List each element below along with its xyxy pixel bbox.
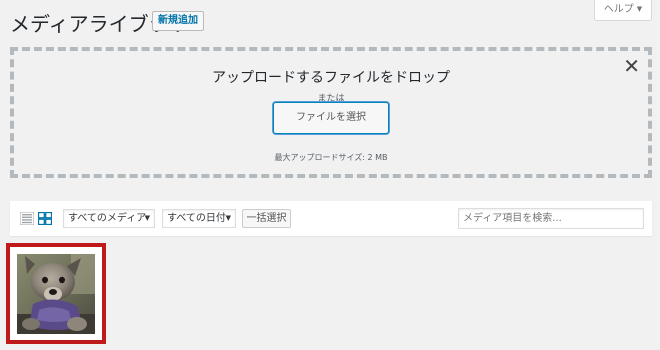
upload-drop-zone[interactable]: ✕ アップロードするファイルをドロップ または ファイルを選択 最大アップロード…	[10, 47, 652, 178]
media-type-value: すべてのメディア	[68, 213, 147, 224]
max-upload-size: 最大アップロードサイズ: 2 MB	[274, 153, 388, 162]
chevron-down-icon: ▼	[225, 214, 231, 222]
grid-view-icon[interactable]	[38, 212, 52, 225]
chevron-down-icon: ▼	[144, 214, 150, 222]
media-toolbar: すべてのメディア ▼ すべての日付 ▼ 一括選択	[10, 201, 652, 236]
media-search-input[interactable]	[458, 208, 644, 229]
date-filter[interactable]: すべての日付 ▼	[162, 209, 236, 228]
dog-photo-thumbnail	[17, 254, 95, 334]
list-view-icon[interactable]	[20, 212, 34, 225]
select-files-button[interactable]: ファイルを選択	[273, 102, 389, 134]
help-label: ヘルプ	[603, 4, 634, 15]
drop-instructions: アップロードするファイルをドロップ	[212, 70, 450, 86]
help-tab[interactable]: ヘルプ ▼	[594, 0, 652, 21]
media-item-selected[interactable]	[6, 243, 106, 344]
media-type-filter[interactable]: すべてのメディア ▼	[63, 209, 155, 228]
add-new-button[interactable]: 新規追加	[152, 11, 204, 31]
date-filter-value: すべての日付	[167, 213, 226, 224]
bulk-select-button[interactable]: 一括選択	[242, 209, 291, 228]
chevron-down-icon: ▼	[636, 5, 643, 13]
